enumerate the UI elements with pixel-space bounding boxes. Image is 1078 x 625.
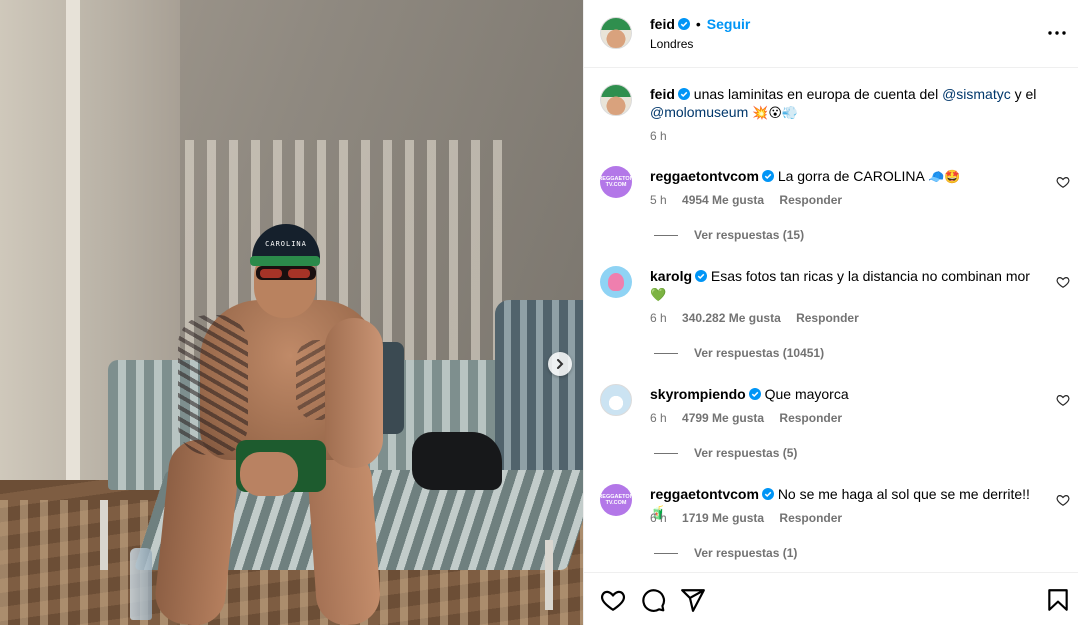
comment-likes[interactable]: 4954 Me gusta — [682, 193, 764, 207]
caption-avatar[interactable] — [600, 84, 632, 116]
follow-button[interactable]: Seguir — [707, 16, 751, 32]
comment-likes[interactable]: 4799 Me gusta — [682, 411, 764, 425]
reply-button[interactable]: Responder — [779, 511, 842, 525]
photo-cap-logo: CAROLINA — [265, 240, 307, 248]
post-location[interactable]: Londres — [650, 37, 693, 51]
reply-button[interactable]: Responder — [779, 193, 842, 207]
commenter-avatar[interactable]: REGGAETON TV.COM — [600, 484, 632, 516]
photo-lens — [260, 269, 282, 278]
author-avatar[interactable] — [600, 17, 632, 49]
verified-icon — [695, 270, 708, 282]
replies-line — [654, 552, 678, 554]
comment-like-icon[interactable] — [1056, 493, 1070, 507]
comment-meta: 6 h 1719 Me gusta Responder — [650, 511, 854, 525]
replies-line — [654, 352, 678, 354]
photo-cap-brim — [250, 256, 320, 266]
photo-pillar — [66, 0, 80, 490]
replies-line — [654, 234, 678, 236]
verified-icon — [748, 388, 761, 400]
comment-icon[interactable] — [640, 587, 666, 613]
author-line: feid • Seguir — [650, 16, 750, 32]
comment-text: reggaetontvcom La gorra de CAROLINA 🧢🤩 — [650, 167, 1045, 187]
view-replies-label: Ver respuestas (10451) — [694, 346, 825, 360]
replies-line — [654, 452, 678, 454]
comment-username[interactable]: skyrompiendo — [650, 386, 746, 402]
next-photo-button[interactable] — [548, 352, 572, 376]
comment-username[interactable]: karolg — [650, 268, 692, 284]
caption-emojis: 💥😮💨 — [752, 106, 799, 121]
comment-text: skyrompiendo Que mayorca — [650, 385, 1045, 403]
view-replies-label: Ver respuestas (1) — [694, 546, 798, 560]
view-replies-button[interactable]: Ver respuestas (10451) — [654, 346, 824, 360]
mention-link[interactable]: @molomuseum — [650, 104, 748, 120]
author-username[interactable]: feid — [650, 16, 675, 32]
post-photo[interactable]: CAROLINA — [0, 0, 583, 625]
post-side-panel: feid • Seguir Londres feid unas laminita… — [583, 0, 1078, 625]
caption-text: feid unas laminitas en europa de cuenta … — [650, 85, 1045, 123]
comment-meta: 6 h 340.282 Me gusta Responder — [650, 311, 871, 325]
view-replies-label: Ver respuestas (15) — [694, 228, 805, 242]
post-header: feid • Seguir Londres — [584, 0, 1078, 68]
photo-tattoo — [178, 315, 248, 455]
photo-clothes — [412, 432, 502, 490]
caption-time[interactable]: 6 h — [650, 129, 667, 143]
view-replies-button[interactable]: Ver respuestas (5) — [654, 446, 797, 460]
photo-person-hand — [240, 452, 298, 496]
next-arrow-icon — [557, 359, 564, 369]
comment-body: Que mayorca — [764, 386, 849, 402]
verified-icon — [677, 88, 690, 100]
separator-dot: • — [695, 16, 701, 32]
comment-emojis: 🧢🤩 — [928, 170, 961, 185]
comment-like-icon[interactable] — [1056, 275, 1070, 289]
caption-meta: 6 h — [650, 129, 679, 143]
save-icon[interactable] — [1045, 587, 1071, 613]
commenter-avatar[interactable] — [600, 384, 632, 416]
photo-sofa-leg — [100, 500, 108, 570]
reply-button[interactable]: Responder — [779, 411, 842, 425]
commenter-avatar[interactable]: REGGAETON TV.COM — [600, 166, 632, 198]
verified-icon — [677, 18, 690, 30]
verified-icon — [761, 488, 774, 500]
post-actions-bar — [584, 572, 1078, 625]
comment-time[interactable]: 6 h — [650, 511, 667, 525]
like-icon[interactable] — [600, 587, 626, 613]
view-replies-label: Ver respuestas (5) — [694, 446, 798, 460]
comment-like-icon[interactable] — [1056, 393, 1070, 407]
more-icon — [1048, 31, 1066, 35]
comment-time[interactable]: 6 h — [650, 411, 667, 425]
photo-person-arm — [325, 318, 383, 468]
comment-likes[interactable]: 1719 Me gusta — [682, 511, 764, 525]
photo-bottle — [130, 548, 152, 620]
comment-body: Esas fotos tan ricas y la distancia no c… — [710, 268, 1030, 284]
caption-username[interactable]: feid — [650, 86, 675, 102]
comment-time[interactable]: 5 h — [650, 193, 667, 207]
caption-body: unas laminitas en europa de cuenta del — [693, 86, 943, 102]
more-options-button[interactable] — [1046, 24, 1068, 42]
commenter-avatar[interactable] — [600, 266, 632, 298]
comment-username[interactable]: reggaetontvcom — [650, 486, 759, 502]
view-replies-button[interactable]: Ver respuestas (15) — [654, 228, 804, 242]
photo-sofa-leg — [545, 540, 553, 610]
comments-list[interactable]: feid unas laminitas en europa de cuenta … — [584, 68, 1078, 572]
comment-emojis: 💚 — [650, 288, 667, 303]
comment-body: La gorra de CAROLINA — [777, 168, 925, 184]
comment-time[interactable]: 6 h — [650, 311, 667, 325]
comment-meta: 5 h 4954 Me gusta Responder — [650, 193, 854, 207]
mention-link[interactable]: @sismatyc — [942, 86, 1011, 102]
comment-body: No se me haga al sol que se me derrite!! — [777, 486, 1030, 502]
reply-button[interactable]: Responder — [796, 311, 859, 325]
caption-body: y el — [1010, 86, 1037, 102]
comment-like-icon[interactable] — [1056, 175, 1070, 189]
comment-username[interactable]: reggaetontvcom — [650, 168, 759, 184]
comment-meta: 6 h 4799 Me gusta Responder — [650, 411, 854, 425]
view-replies-button[interactable]: Ver respuestas (1) — [654, 546, 797, 560]
comment-likes[interactable]: 340.282 Me gusta — [682, 311, 781, 325]
comment-text: karolg Esas fotos tan ricas y la distanc… — [650, 267, 1045, 305]
share-icon[interactable] — [680, 587, 706, 613]
verified-icon — [761, 170, 774, 182]
photo-lens — [288, 269, 310, 278]
